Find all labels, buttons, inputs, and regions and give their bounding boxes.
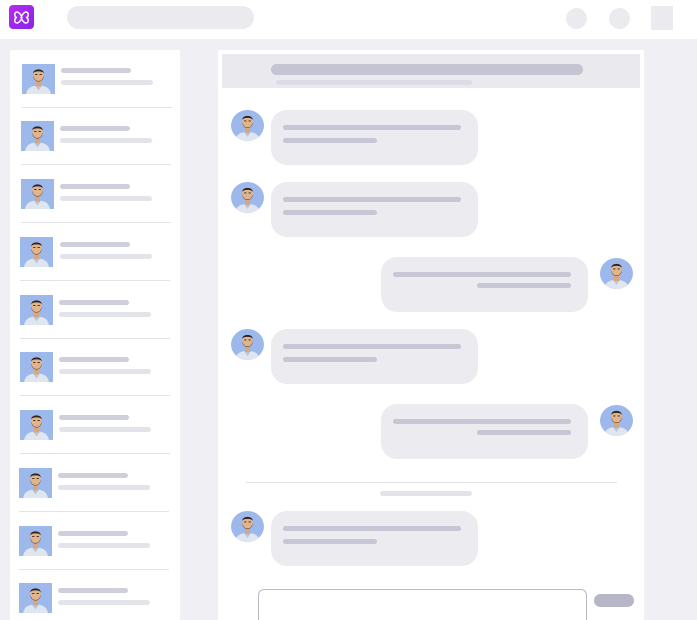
chat-title-placeholder bbox=[271, 64, 583, 75]
contact-name-placeholder bbox=[58, 473, 128, 478]
avatar bbox=[19, 583, 52, 613]
contact-name-placeholder bbox=[59, 300, 129, 305]
message-text-placeholder bbox=[393, 419, 571, 424]
contact-divider bbox=[21, 164, 171, 165]
send-button[interactable] bbox=[594, 594, 634, 607]
contact-name-placeholder bbox=[60, 184, 130, 189]
message-text-placeholder bbox=[283, 210, 377, 215]
brain-circuit-icon bbox=[14, 10, 29, 24]
contact-preview-placeholder bbox=[61, 80, 153, 85]
contact-preview-placeholder bbox=[60, 138, 152, 143]
message-text-placeholder bbox=[283, 357, 377, 362]
message-bubble[interactable] bbox=[381, 404, 588, 459]
date-divider bbox=[246, 482, 617, 483]
avatar bbox=[19, 526, 52, 556]
contact-divider bbox=[19, 511, 169, 512]
contact-name-placeholder bbox=[58, 531, 128, 536]
top-bar bbox=[0, 0, 697, 39]
contact-divider bbox=[20, 453, 170, 454]
message-text-placeholder bbox=[477, 283, 571, 288]
avatar bbox=[20, 352, 53, 382]
contact-preview-placeholder bbox=[58, 600, 150, 605]
contact-divider bbox=[20, 395, 170, 396]
message-bubble[interactable] bbox=[271, 329, 478, 384]
avatar bbox=[20, 295, 53, 325]
contact-name-placeholder bbox=[59, 415, 129, 420]
avatar bbox=[231, 110, 264, 141]
message-bubble[interactable] bbox=[381, 257, 588, 312]
search-input[interactable] bbox=[67, 6, 254, 29]
contact-preview-placeholder bbox=[59, 312, 151, 317]
avatar bbox=[231, 329, 264, 360]
contact-divider bbox=[22, 107, 172, 108]
message-text-placeholder bbox=[477, 430, 571, 435]
message-text-placeholder bbox=[283, 344, 461, 349]
avatar bbox=[600, 405, 633, 436]
menu-icon[interactable] bbox=[651, 6, 673, 30]
chat-subtitle-placeholder bbox=[276, 80, 472, 85]
message-text-placeholder bbox=[283, 125, 461, 130]
message-text-placeholder bbox=[393, 272, 571, 277]
contact-preview-placeholder bbox=[59, 369, 151, 374]
message-text-placeholder bbox=[283, 539, 377, 544]
contact-preview-placeholder bbox=[60, 254, 152, 259]
message-text-placeholder bbox=[283, 197, 461, 202]
message-bubble[interactable] bbox=[271, 182, 478, 237]
chat-panel bbox=[218, 50, 644, 620]
avatar bbox=[21, 121, 54, 151]
message-bubble[interactable] bbox=[271, 511, 478, 566]
avatar bbox=[600, 258, 633, 289]
avatar bbox=[231, 182, 264, 213]
profile-icon[interactable] bbox=[609, 8, 630, 29]
chat-header bbox=[222, 54, 640, 88]
contact-divider bbox=[20, 280, 170, 281]
avatar bbox=[20, 410, 53, 440]
contact-name-placeholder bbox=[60, 126, 130, 131]
contact-preview-placeholder bbox=[60, 196, 152, 201]
contact-name-placeholder bbox=[60, 242, 130, 247]
avatar bbox=[21, 179, 54, 209]
avatar bbox=[22, 64, 55, 94]
contact-preview-placeholder bbox=[58, 543, 150, 548]
message-input[interactable] bbox=[258, 589, 587, 620]
avatar bbox=[231, 511, 264, 542]
notification-icon[interactable] bbox=[566, 8, 587, 29]
date-label-placeholder bbox=[380, 491, 472, 496]
contact-divider bbox=[20, 338, 170, 339]
contact-divider bbox=[19, 569, 169, 570]
contact-name-placeholder bbox=[58, 588, 128, 593]
contact-preview-placeholder bbox=[59, 427, 151, 432]
contact-preview-placeholder bbox=[58, 485, 150, 490]
message-text-placeholder bbox=[283, 138, 377, 143]
contact-name-placeholder bbox=[59, 357, 129, 362]
app-logo[interactable] bbox=[9, 5, 34, 29]
message-text-placeholder bbox=[283, 526, 461, 531]
contacts-sidebar bbox=[10, 50, 180, 620]
avatar bbox=[19, 468, 52, 498]
contact-divider bbox=[21, 222, 171, 223]
avatar bbox=[20, 237, 53, 267]
contact-name-placeholder bbox=[61, 68, 131, 73]
message-bubble[interactable] bbox=[271, 110, 478, 165]
